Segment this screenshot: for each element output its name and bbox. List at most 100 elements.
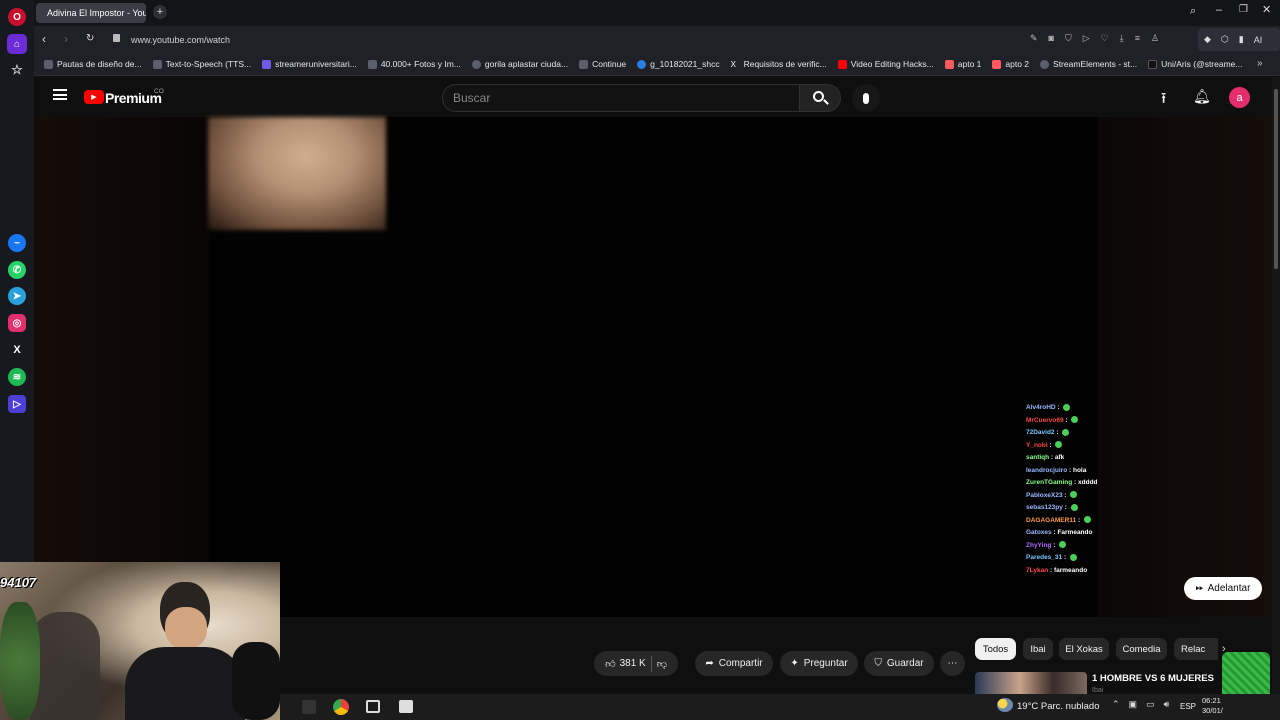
reload-icon[interactable]: ↻	[86, 33, 94, 44]
chip-relacionados[interactable]: Relac	[1174, 638, 1218, 660]
chat-message: leandrocjuiro : hola	[1026, 466, 1087, 474]
chat-message: sebas123py :	[1026, 502, 1176, 515]
minimize-button[interactable]: –	[1216, 4, 1222, 16]
bookmark-item[interactable]: Video Editing Hacks...	[837, 59, 934, 69]
chat-username: 7Lykan	[1026, 566, 1049, 574]
chip-comedia[interactable]: Comedia	[1116, 638, 1167, 660]
tiktok-icon	[1148, 59, 1158, 69]
wallet-icon[interactable]: ▮	[1239, 34, 1244, 45]
weather-text[interactable]: 19°C Parc. nublado	[1017, 701, 1100, 712]
like-button[interactable]: 👍︎ 381 K	[605, 658, 646, 670]
youtube-logo-icon[interactable]: ▶	[84, 90, 104, 104]
bookmark-item[interactable]: apto 2	[992, 59, 1029, 69]
bookmark-item[interactable]: g_10182021_shcc	[637, 59, 720, 69]
weather-cloud-icon[interactable]	[997, 698, 1013, 712]
tray-network-icon[interactable]: ▭	[1146, 699, 1155, 710]
bookmark-item[interactable]: X Requisitos de verific...	[731, 59, 827, 69]
tab-active[interactable]: Adivina El Impostor - You	[36, 3, 146, 23]
home-icon[interactable]: ⌂	[7, 34, 27, 54]
close-window-button[interactable]: ✕	[1262, 3, 1271, 16]
input-language[interactable]: ESP	[1180, 702, 1196, 711]
search-input[interactable]: Buscar	[442, 84, 800, 112]
forward-button[interactable]: ›	[64, 32, 68, 46]
stream-chat-overlay: Alv4roHD : MrCuervo69 : 72David2 : Y_nob…	[1026, 402, 1176, 577]
youtube-premium-logo[interactable]: Premium	[105, 90, 162, 106]
tray-expand-icon[interactable]: ⌃	[1112, 699, 1120, 710]
chat-message: ZhyYing :	[1026, 540, 1176, 553]
taskbar-app-icon[interactable]	[302, 700, 316, 714]
telegram-icon[interactable]: ➤	[8, 287, 26, 305]
messenger-icon[interactable]: ~	[8, 234, 26, 252]
bookmark-item[interactable]: gorila aplastar ciuda...	[471, 59, 568, 69]
page-icon	[262, 59, 272, 69]
capture-app-icon[interactable]	[399, 700, 413, 713]
camera-icon[interactable]: ◙	[1049, 33, 1054, 44]
whatsapp-icon[interactable]: ✆	[8, 261, 26, 279]
chat-username: MrCuervo69	[1026, 416, 1064, 424]
bookmarks-star-icon[interactable]: ☆	[8, 61, 26, 79]
bookmark-item[interactable]: streameruniversitari...	[262, 59, 357, 69]
share-button[interactable]: ➦ Compartir	[695, 651, 773, 676]
shield-icon[interactable]: ⛉	[1065, 33, 1072, 44]
new-tab-button[interactable]: +	[153, 5, 167, 19]
x-icon: X	[730, 59, 736, 69]
voice-search-button[interactable]	[852, 84, 880, 112]
diamond-icon[interactable]: ◆	[1204, 34, 1211, 45]
ai-button[interactable]: AI	[1254, 35, 1263, 45]
chat-message: ZurenTGaming : xdddd	[1026, 479, 1098, 486]
back-button[interactable]: ‹	[42, 32, 46, 46]
chip-el-xokas[interactable]: El Xokas	[1059, 638, 1109, 660]
chat-message: santiqh : afk	[1026, 454, 1065, 461]
chat-emote-icon	[1071, 416, 1079, 424]
clock[interactable]: 06:21 30/01/	[1202, 696, 1223, 716]
chat-username: Y_nobi	[1026, 441, 1048, 449]
bookmark-item[interactable]: Uni/Aris (@streame...	[1148, 59, 1243, 69]
window-app-icon[interactable]	[366, 700, 380, 713]
chrome-icon[interactable]	[333, 699, 349, 715]
chat-username: Alv4roHD	[1026, 404, 1056, 411]
account-icon[interactable]: ♙	[1151, 33, 1159, 44]
spotify-icon[interactable]: ≋	[8, 368, 26, 386]
instagram-icon[interactable]: ◎	[8, 314, 26, 332]
opera-logo-icon[interactable]: O	[8, 8, 26, 26]
list-icon[interactable]: ≡	[1135, 33, 1140, 44]
bookmark-item[interactable]: apto 1	[944, 59, 981, 69]
chat-username: Paredes_31	[1026, 554, 1063, 561]
chip-ibai[interactable]: Ibai	[1023, 638, 1053, 660]
download-icon[interactable]: ⤓	[1120, 33, 1124, 44]
menu-icon[interactable]	[53, 89, 67, 100]
x-twitter-icon[interactable]: X	[8, 341, 26, 359]
search-button[interactable]	[799, 84, 841, 112]
chip-todos[interactable]: Todos	[975, 638, 1016, 660]
volume-icon[interactable]: 🔊︎	[1164, 699, 1170, 710]
player-icon[interactable]: ▷	[8, 395, 26, 413]
play-icon[interactable]: ▷	[1083, 33, 1090, 44]
bookmark-item[interactable]: StreamElements - st...	[1040, 59, 1137, 69]
bookmark-icon: ⛉	[874, 658, 882, 669]
heart-icon[interactable]: ♡	[1101, 33, 1109, 44]
bookmark-item[interactable]: Pautas de diseño de...	[44, 59, 142, 69]
bookmark-item[interactable]: 40.000+ Fotos y Im...	[367, 59, 461, 69]
notifications-bell-icon[interactable]: 🔔︎	[1193, 88, 1211, 105]
bookmarks-overflow-icon[interactable]: »	[1257, 58, 1263, 69]
page-scrollbar[interactable]	[1272, 77, 1280, 694]
dislike-button[interactable]: 👎︎	[657, 658, 667, 670]
save-button[interactable]: ⛉ Guardar	[864, 651, 934, 676]
avatar[interactable]: a	[1229, 87, 1250, 108]
search-tabs-icon[interactable]: ⌕	[1190, 5, 1196, 18]
lock-icon	[113, 34, 120, 42]
tray-app-icon[interactable]: ▣	[1129, 699, 1138, 710]
ask-button[interactable]: ✦ Preguntar	[780, 651, 858, 676]
related-video-thumbnail[interactable]	[975, 672, 1087, 694]
related-video-title[interactable]: 1 HOMBRE VS 6 MUJERES	[1092, 673, 1214, 684]
upload-icon[interactable]: ⭱	[1161, 88, 1166, 113]
skip-forward-button[interactable]: ⏩︎ Adelantar	[1184, 577, 1262, 600]
bookmark-item[interactable]: Continue	[579, 59, 626, 69]
more-dots-icon: ⋯	[947, 658, 958, 669]
cube-icon[interactable]: ⬡	[1221, 34, 1229, 45]
restore-button[interactable]: ❐	[1239, 4, 1248, 15]
scrollbar-thumb[interactable]	[1274, 89, 1278, 269]
edit-icon[interactable]: ✎	[1030, 33, 1038, 44]
more-actions-button[interactable]: ⋯	[940, 651, 965, 676]
bookmark-item[interactable]: Text-to-Speech (TTS...	[152, 59, 251, 69]
